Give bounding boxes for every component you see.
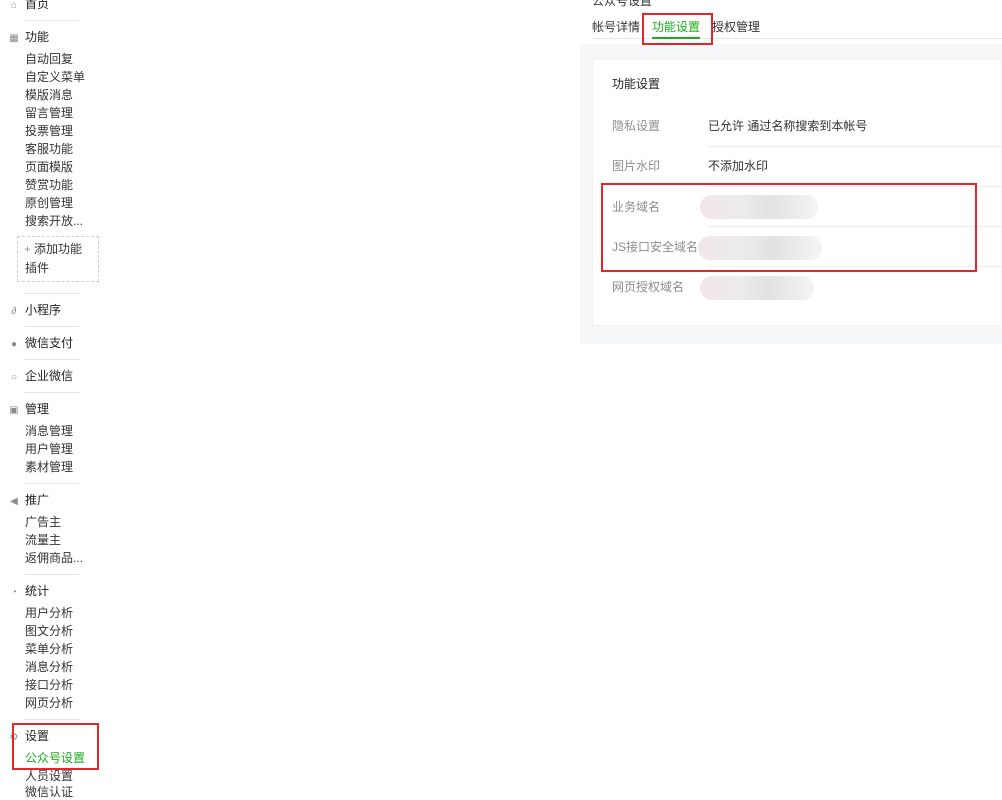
divider bbox=[25, 326, 79, 327]
divider bbox=[25, 392, 79, 393]
watermark-value: 不添加水印 bbox=[708, 159, 769, 173]
sidebar-item-page-template[interactable]: 页面模版 bbox=[25, 159, 73, 175]
sidebar-item-template-message[interactable]: 模版消息 bbox=[25, 87, 73, 103]
privacy-label: 隐私设置 bbox=[612, 119, 661, 133]
sidebar-item-commission[interactable]: 返佣商品... bbox=[25, 550, 83, 566]
inbox-icon: ▣ bbox=[9, 405, 19, 416]
privacy-value: 已允许 通过名称搜索到本帐号 bbox=[708, 119, 868, 133]
sidebar-item-publisher[interactable]: 流量主 bbox=[25, 532, 61, 548]
web-auth-domain-value-redacted bbox=[700, 276, 814, 300]
sidebar-item-votes[interactable]: 投票管理 bbox=[25, 123, 73, 139]
highlight-box-tab bbox=[642, 13, 713, 45]
web-auth-domain-label: 网页授权域名 bbox=[612, 280, 685, 294]
divider bbox=[25, 719, 79, 720]
sidebar-section-stats[interactable]: ◔ 统计 bbox=[8, 583, 49, 599]
sidebar-item-wechat-pay[interactable]: ● 微信支付 bbox=[8, 335, 73, 351]
link-icon: ∂ bbox=[11, 306, 17, 317]
panel-title: 功能设置 bbox=[612, 77, 661, 91]
highlight-box-domains bbox=[601, 183, 977, 272]
sidebar-item-customer-service[interactable]: 客服功能 bbox=[25, 141, 73, 157]
sidebar-item-user-analysis[interactable]: 用户分析 bbox=[25, 605, 73, 621]
search-circle-icon: ○ bbox=[10, 372, 18, 383]
sidebar-item-verification[interactable]: 微信认证 bbox=[25, 784, 73, 800]
add-plugin-button[interactable]: + 添加功能 插件 bbox=[17, 236, 99, 282]
grid-icon: ▦ bbox=[9, 33, 19, 44]
pay-icon: ● bbox=[10, 339, 18, 350]
sidebar-section-functions[interactable]: ▦ 功能 bbox=[8, 29, 49, 45]
home-icon: ⌂ bbox=[10, 0, 18, 11]
sidebar-item-reward[interactable]: 赞赏功能 bbox=[25, 177, 73, 193]
sidebar-item-message-analysis[interactable]: 消息分析 bbox=[25, 659, 73, 675]
sidebar-item-comments[interactable]: 留言管理 bbox=[25, 105, 73, 121]
sidebar-section-promote[interactable]: ◀ 推广 bbox=[8, 492, 49, 508]
sidebar-item-custom-menu[interactable]: 自定义菜单 bbox=[25, 69, 85, 85]
sidebar-item-auto-reply[interactable]: 自动回复 bbox=[25, 51, 73, 67]
sidebar: ⌂ 首页 ▦ 功能 自动回复 自定义菜单 模版消息 留言管理 投票管理 客服功能 页… bbox=[0, 0, 110, 799]
sidebar-item-enterprise-wechat[interactable]: ○ 企业微信 bbox=[8, 368, 73, 384]
sidebar-item-article-analysis[interactable]: 图文分析 bbox=[25, 623, 73, 639]
sidebar-item-mini-program[interactable]: ∂ 小程序 bbox=[8, 302, 62, 318]
watermark-label: 图片水印 bbox=[612, 159, 661, 173]
sidebar-item-api-analysis[interactable]: 接口分析 bbox=[25, 677, 73, 693]
divider bbox=[25, 483, 79, 484]
sidebar-item-advertiser[interactable]: 广告主 bbox=[25, 514, 61, 530]
pie-chart-icon: ◔ bbox=[10, 587, 18, 598]
page-title: 公众号设置 bbox=[592, 0, 653, 8]
sidebar-item-menu-analysis[interactable]: 菜单分析 bbox=[25, 641, 73, 657]
row-separator bbox=[708, 146, 1002, 147]
divider bbox=[25, 20, 79, 21]
sidebar-section-manage[interactable]: ▣ 管理 bbox=[8, 401, 49, 417]
sidebar-item-staff-settings[interactable]: 人员设置 bbox=[25, 768, 73, 784]
sidebar-item-home[interactable]: ⌂ 首页 bbox=[8, 0, 49, 12]
sidebar-item-users[interactable]: 用户管理 bbox=[25, 441, 73, 457]
sidebar-item-messages[interactable]: 消息管理 bbox=[25, 423, 73, 439]
divider bbox=[25, 359, 79, 360]
sidebar-item-materials[interactable]: 素材管理 bbox=[25, 459, 73, 475]
sidebar-item-web-analysis[interactable]: 网页分析 bbox=[25, 695, 73, 711]
tab-authorization[interactable]: 授权管理 bbox=[712, 19, 760, 35]
plus-icon: + bbox=[24, 242, 32, 256]
sidebar-item-search-open[interactable]: 搜索开放... bbox=[25, 213, 83, 229]
divider bbox=[25, 574, 79, 575]
sidebar-item-original[interactable]: 原创管理 bbox=[25, 195, 73, 211]
divider bbox=[25, 293, 79, 294]
highlight-box-settings bbox=[12, 723, 99, 770]
megaphone-icon: ◀ bbox=[10, 496, 18, 507]
tab-account-details[interactable]: 帐号详情 bbox=[592, 19, 640, 35]
